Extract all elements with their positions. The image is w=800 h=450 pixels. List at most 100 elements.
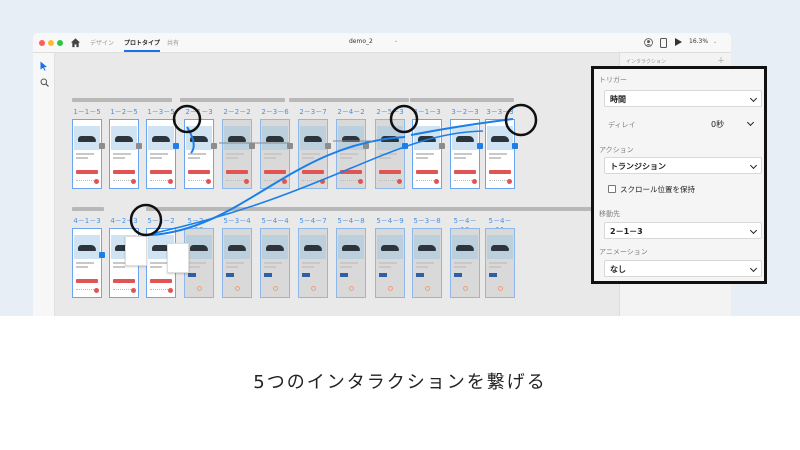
delay-input[interactable]: 0秒 — [711, 119, 724, 130]
interaction-panel-zoom: トリガー 時間 ディレイ 0秒 アクション トランジション スクロール位置を保持… — [591, 66, 767, 284]
price-tag — [188, 273, 196, 277]
artboard-label[interactable]: 3－1－3 — [412, 107, 442, 117]
interaction-connector-handle[interactable] — [325, 143, 331, 149]
shoe-image — [342, 136, 360, 142]
action-select[interactable]: トランジション — [604, 157, 762, 174]
destination-select[interactable]: 2－1－3 — [604, 222, 762, 239]
text-line — [416, 266, 428, 268]
text-line — [302, 157, 314, 159]
user-icon[interactable] — [644, 38, 653, 47]
artboard-thumbnail[interactable] — [72, 119, 102, 189]
artboard-thumbnail[interactable] — [260, 228, 290, 298]
interaction-connector-handle[interactable] — [249, 143, 255, 149]
artboard-label[interactable]: 3－3－3 — [485, 107, 515, 117]
text-line — [489, 153, 507, 155]
minimize-window-button[interactable] — [48, 40, 54, 46]
interaction-connector-handle[interactable] — [512, 143, 518, 149]
interaction-connector-handle[interactable] — [287, 143, 293, 149]
artboard-thumbnail[interactable] — [336, 228, 366, 298]
document-title[interactable]: demo_2 — [349, 38, 373, 45]
artboard-thumbnail[interactable] — [298, 228, 328, 298]
artboard-thumbnail[interactable] — [336, 119, 366, 189]
trigger-select[interactable]: 時間 — [604, 90, 762, 107]
artboard-thumbnail[interactable] — [485, 119, 515, 189]
interaction-connector-handle[interactable] — [136, 143, 142, 149]
shoe-image — [456, 245, 474, 251]
text-line — [226, 157, 238, 159]
interaction-connector-handle[interactable] — [99, 252, 105, 258]
trigger-value: 時間 — [610, 95, 626, 104]
select-tool-icon[interactable] — [40, 61, 48, 71]
device-preview-icon[interactable] — [660, 38, 667, 48]
close-window-button[interactable] — [39, 40, 45, 46]
artboard-thumbnail[interactable] — [222, 228, 252, 298]
artboard-label[interactable]: 5－4－4 — [260, 216, 290, 226]
artboard-label[interactable]: 2－3－7 — [298, 107, 328, 117]
artboard-thumbnail[interactable] — [450, 119, 480, 189]
artboard-label[interactable]: 1－3－5 — [146, 107, 176, 117]
document-menu-chevron-icon[interactable]: ⌄ — [394, 38, 398, 44]
maximize-window-button[interactable] — [57, 40, 63, 46]
artboard-label[interactable]: 4－2－3 — [109, 216, 139, 226]
artboard-thumbnail[interactable] — [146, 119, 176, 189]
artboard-label[interactable]: 3－2－3 — [450, 107, 480, 117]
tab-prototype[interactable]: プロトタイプ — [124, 38, 161, 52]
action-label: アクション — [599, 146, 634, 154]
cart-icon — [206, 179, 211, 184]
artboard-thumbnail[interactable] — [184, 119, 214, 189]
artboard-label[interactable]: 5－3－4 — [222, 216, 252, 226]
interaction-connector-handle[interactable] — [402, 143, 408, 149]
artboard-thumbnail[interactable] — [450, 228, 480, 298]
zoom-tool-icon[interactable] — [40, 78, 49, 87]
artboard-thumbnail[interactable] — [109, 119, 139, 189]
artboard-label[interactable]: 5－4－8 — [336, 216, 366, 226]
add-interaction-icon[interactable]: ＋ — [717, 55, 725, 66]
shoe-image — [190, 245, 208, 251]
artboard-thumbnail[interactable] — [260, 119, 290, 189]
artboard-thumbnail[interactable] — [375, 119, 405, 189]
preserve-scroll-checkbox[interactable] — [608, 185, 616, 193]
interaction-connector-handle[interactable] — [99, 143, 105, 149]
artboard-thumbnail[interactable] — [375, 228, 405, 298]
tab-design[interactable]: デザイン — [90, 38, 114, 47]
interaction-connector-handle[interactable] — [363, 143, 369, 149]
artboard-thumbnail[interactable] — [222, 119, 252, 189]
interaction-connector-handle[interactable] — [439, 143, 445, 149]
artboard-label[interactable]: 2－1－3 — [184, 107, 214, 117]
cart-icon — [94, 179, 99, 184]
text-line — [226, 262, 244, 264]
artboard-label[interactable]: 1－1－5 — [72, 107, 102, 117]
artboard-label[interactable]: 5－4－9 — [375, 216, 405, 226]
price-tag — [454, 273, 462, 277]
shoe-image — [228, 245, 246, 251]
spinner-icon — [311, 286, 316, 291]
price-tag — [226, 273, 234, 277]
buy-button — [454, 170, 476, 174]
artboard-label[interactable]: 2－5－3 — [375, 107, 405, 117]
artboard-label[interactable]: 5－4－7 — [298, 216, 328, 226]
artboard-thumbnail[interactable] — [298, 119, 328, 189]
artboard-label[interactable]: 2－2－2 — [222, 107, 252, 117]
shoe-image — [342, 245, 360, 251]
artboard-label[interactable]: 2－4－2 — [336, 107, 366, 117]
prototype-canvas[interactable]: 1－1－5 1－2－5 1－3－5 2－1－3 2－2－2 2－3－6 2－3－7 2－4－2… — [55, 53, 619, 316]
artboard-thumbnail[interactable] — [72, 228, 102, 298]
artboard-thumbnail[interactable] — [412, 119, 442, 189]
artboard-thumbnail[interactable] — [485, 228, 515, 298]
home-icon[interactable] — [70, 37, 81, 48]
zoom-chevron-icon[interactable]: ⌄ — [713, 39, 717, 45]
play-preview-icon[interactable] — [675, 38, 682, 46]
artboard-label[interactable]: 5－3－8 — [412, 216, 442, 226]
artboard-label[interactable]: 1－2－5 — [109, 107, 139, 117]
interaction-connector-handle[interactable] — [173, 143, 179, 149]
artboard-label[interactable]: 4－1－3 — [72, 216, 102, 226]
artboard-label[interactable]: 2－3－6 — [260, 107, 290, 117]
interaction-connector-handle[interactable] — [477, 143, 483, 149]
zoom-level[interactable]: 16.3% — [689, 38, 708, 45]
tab-share[interactable]: 共有 — [167, 38, 179, 47]
chevron-down-icon[interactable] — [746, 118, 755, 127]
artboard-label[interactable]: 5－1－2 — [146, 216, 176, 226]
animation-select[interactable]: なし — [604, 260, 762, 277]
interaction-connector-handle[interactable] — [211, 143, 217, 149]
artboard-thumbnail[interactable] — [412, 228, 442, 298]
